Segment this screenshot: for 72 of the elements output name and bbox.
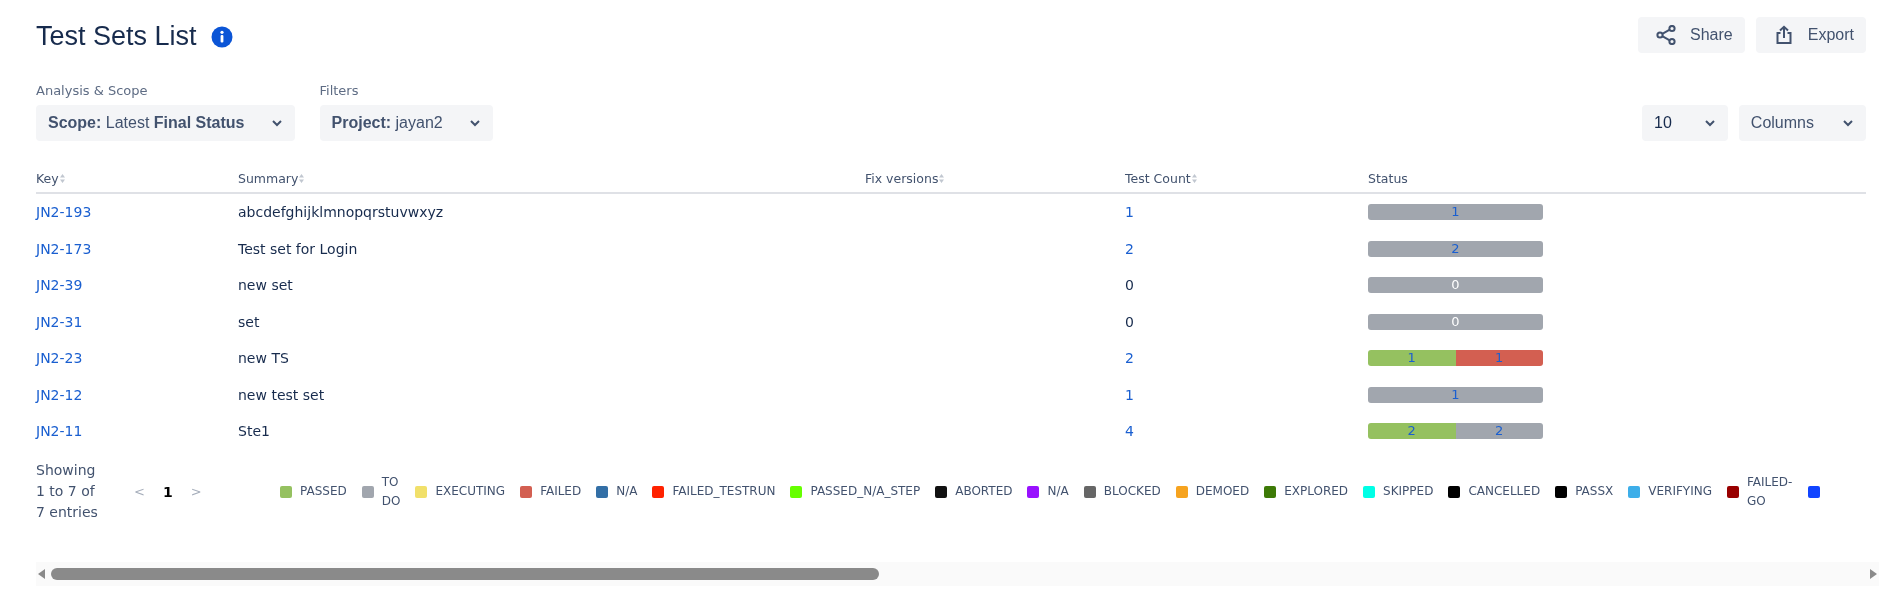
status-segment: 0 <box>1368 277 1543 294</box>
page-title: Test Sets List <box>36 21 197 52</box>
filter-caption: Filters <box>319 83 360 98</box>
issue-key-link[interactable]: JN2-39 <box>36 277 83 294</box>
legend-label: SKIPPED <box>1383 483 1434 500</box>
scope-dropdown[interactable]: Scope: Latest Final Status <box>36 105 295 141</box>
page-link[interactable]: 1 <box>162 483 173 500</box>
scroll-right-icon <box>1869 567 1879 580</box>
issue-key-link[interactable]: JN2-173 <box>36 240 92 257</box>
summary-text: abcdefghijklmnopqrstuvwxyz <box>238 204 444 221</box>
scrollbar-thumb[interactable] <box>51 567 879 580</box>
issue-key-link[interactable]: JN2-193 <box>36 204 92 221</box>
chevron-down-icon <box>468 119 481 127</box>
legend-label: N/A <box>1047 483 1069 500</box>
test-count-link[interactable]: 2 <box>1125 350 1134 367</box>
status-segment: 1 <box>1368 386 1543 403</box>
issue-key-link[interactable]: JN2-31 <box>36 313 83 330</box>
column-header: Status <box>1368 171 1408 186</box>
test-count-link[interactable]: 2 <box>1125 240 1134 257</box>
test-count-link[interactable]: 1 <box>1125 386 1134 403</box>
filter-caption: Analysis & Scope <box>36 83 149 98</box>
columns-dropdown[interactable]: Columns <box>1738 105 1866 141</box>
summary-text: set <box>238 313 260 330</box>
issue-key-link[interactable]: JN2-11 <box>36 423 83 440</box>
share-icon <box>1656 25 1677 45</box>
legend-label: FAILED-GO <box>1747 473 1793 510</box>
legend-label: DEMOED <box>1195 483 1250 500</box>
entries-summary: Showing 1 to 7 of 7 entries <box>36 461 99 522</box>
summary-text: Ste1 <box>238 423 270 440</box>
test-count-link[interactable]: 4 <box>1125 423 1134 440</box>
test-count: 0 <box>1125 313 1134 330</box>
legend-label: EXPLORED <box>1284 483 1349 500</box>
legend-label: CANCELLED <box>1468 483 1541 500</box>
test-count: 0 <box>1125 277 1134 294</box>
legend-label: PASSED <box>300 483 347 500</box>
share-button[interactable]: Share <box>1638 17 1745 53</box>
column-header: Fix versions <box>865 171 939 186</box>
legend-label: EXECUTING <box>435 483 506 500</box>
status-segment: 1 <box>1368 350 1456 367</box>
status-segment: 2 <box>1455 423 1543 440</box>
issue-key-link[interactable]: JN2-23 <box>36 350 83 367</box>
legend-label: VERIFYING <box>1648 483 1712 500</box>
summary-text: new TS <box>238 350 289 367</box>
info-icon <box>210 25 233 48</box>
chevron-down-icon <box>1703 119 1716 127</box>
legend-label: TO DO <box>381 473 401 510</box>
legend-label: BLOCKED <box>1103 483 1161 500</box>
legend-label: FAILED_TESTRUN <box>672 483 776 500</box>
summary-text: new test set <box>238 386 325 403</box>
issue-key-link[interactable]: JN2-12 <box>36 386 83 403</box>
status-segment: 1 <box>1368 204 1543 221</box>
summary-text: new set <box>238 277 293 294</box>
status-segment: 2 <box>1368 240 1543 257</box>
column-header: Test Count <box>1125 171 1191 186</box>
status-segment: 0 <box>1368 313 1543 330</box>
status-segment: 2 <box>1368 423 1456 440</box>
filter-dropdown[interactable]: Project: jayan2 <box>319 105 493 141</box>
scroll-left-icon <box>36 567 46 580</box>
chevron-down-icon <box>1842 119 1854 127</box>
export-button[interactable]: Export <box>1755 17 1866 53</box>
test-count-link[interactable]: 1 <box>1125 204 1134 221</box>
legend-label: ABORTED <box>955 483 1013 500</box>
legend-label: PASSX <box>1575 483 1614 500</box>
status-segment: 1 <box>1455 350 1543 367</box>
legend-label: PASSED_N/A_STEP <box>810 483 921 500</box>
column-header: Key <box>36 171 59 186</box>
chevron-down-icon <box>270 119 283 127</box>
legend-label: FAILED <box>540 483 582 500</box>
legend-label: N/A <box>616 483 638 500</box>
page-size-dropdown[interactable]: 10 <box>1642 105 1728 141</box>
summary-text: Test set for Login <box>238 240 358 257</box>
column-header: Summary <box>238 171 299 186</box>
